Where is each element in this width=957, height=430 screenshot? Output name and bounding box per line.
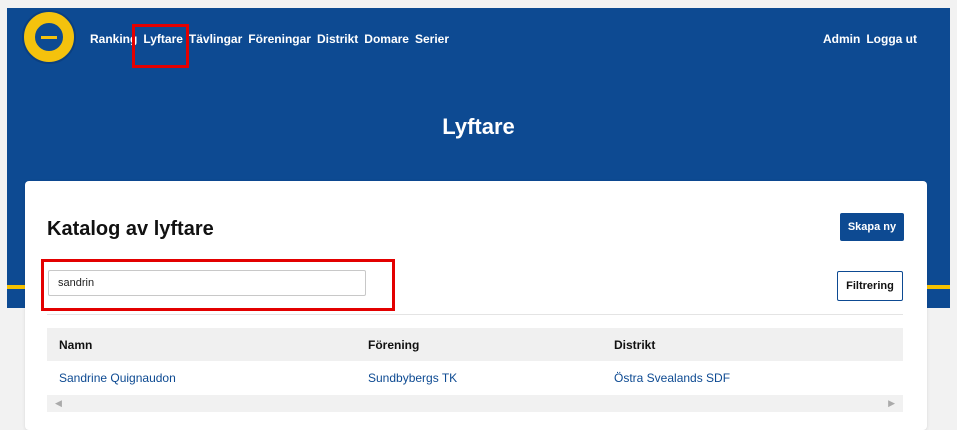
- nav-ranking[interactable]: Ranking: [90, 32, 137, 46]
- federation-logo[interactable]: [22, 10, 76, 64]
- catalog-card: Katalog av lyftare Skapa ny sandrin Filt…: [25, 181, 927, 430]
- create-new-button[interactable]: Skapa ny: [840, 213, 904, 241]
- nav-domare[interactable]: Domare: [364, 32, 409, 46]
- column-header-name[interactable]: Namn: [59, 338, 92, 352]
- nav-distrikt[interactable]: Distrikt: [317, 32, 358, 46]
- nav-logout[interactable]: Logga ut: [866, 32, 917, 46]
- filter-button[interactable]: Filtrering: [837, 271, 903, 301]
- barbell-icon: [41, 36, 57, 39]
- nav-serier[interactable]: Serier: [415, 32, 449, 46]
- scroll-left-icon[interactable]: ◀: [55, 398, 62, 409]
- divider: [47, 314, 903, 315]
- nav-admin[interactable]: Admin: [823, 32, 860, 46]
- catalog-title: Katalog av lyftare: [47, 218, 214, 240]
- column-header-district[interactable]: Distrikt: [614, 338, 655, 352]
- scroll-right-icon[interactable]: ▶: [888, 398, 895, 409]
- logo-emblem: [33, 21, 65, 53]
- cell-district[interactable]: Östra Svealands SDF: [614, 371, 730, 385]
- user-nav: Admin Logga ut: [823, 32, 917, 46]
- page-title: Lyftare: [442, 114, 515, 139]
- cell-lifter-name[interactable]: Sandrine Quignaudon: [59, 371, 176, 385]
- annotation-box-nav: [132, 24, 189, 68]
- horizontal-scrollbar[interactable]: ◀ ▶: [47, 395, 903, 412]
- cell-club[interactable]: Sundbybergs TK: [368, 371, 457, 385]
- table-header: Namn Förening Distrikt: [47, 328, 903, 361]
- column-header-club[interactable]: Förening: [368, 338, 419, 352]
- nav-tavlingar[interactable]: Tävlingar: [189, 32, 242, 46]
- search-input[interactable]: sandrin: [48, 270, 366, 296]
- nav-foreningar[interactable]: Föreningar: [248, 32, 311, 46]
